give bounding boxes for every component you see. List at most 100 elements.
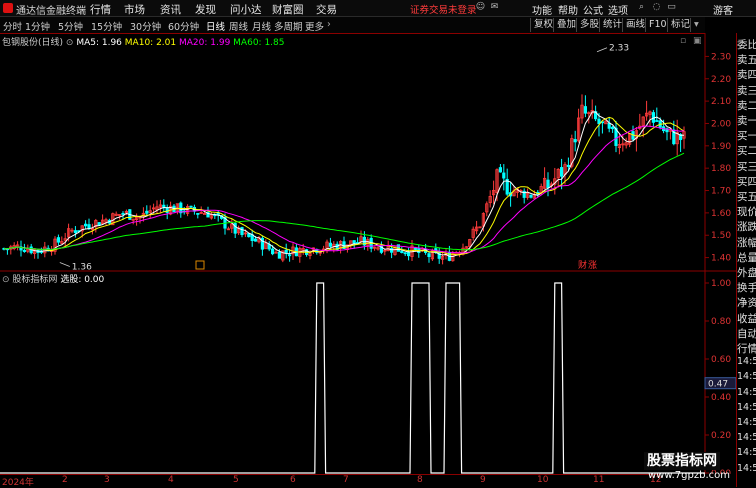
message-icon[interactable]: ✉: [489, 2, 500, 13]
period-more-chevron-icon[interactable]: ›: [327, 19, 331, 30]
quote-field-7: 买二: [737, 145, 756, 158]
candle-body: [403, 252, 407, 255]
menu-xuanxiang[interactable]: 选项: [608, 2, 628, 17]
candle-body: [97, 222, 101, 226]
candle-body: [240, 227, 244, 236]
candle-body: [400, 250, 404, 253]
date-label: 11: [593, 475, 605, 485]
period-1min[interactable]: 1分钟: [25, 19, 50, 33]
sub-settings-icon[interactable]: ⊙: [2, 275, 10, 285]
candle-body: [413, 247, 418, 250]
candle-body: [566, 164, 571, 167]
tool-biaoji[interactable]: 标记: [667, 18, 690, 32]
quote-field-21[interactable]: 14:5: [737, 356, 756, 367]
candle-body: [546, 179, 550, 189]
tool-diejia[interactable]: 叠加: [553, 18, 576, 32]
sub-indicator-line: ⊙ 股标指标网 选股: 0.00: [2, 272, 104, 285]
period-60min[interactable]: 60分钟: [168, 19, 199, 33]
quote-field-0: 委比: [737, 39, 756, 51]
candle-body: [284, 249, 288, 253]
menu-wenxiaoda[interactable]: 问小达: [230, 2, 262, 17]
period-30min[interactable]: 30分钟: [130, 19, 161, 33]
quote-field-25[interactable]: 14:5: [737, 417, 756, 428]
candle-body: [406, 252, 411, 257]
sub-tick-label: 1.00: [711, 279, 731, 289]
candle-body: [270, 248, 275, 255]
date-label: 7: [343, 475, 349, 485]
guest-label[interactable]: 游客: [713, 2, 733, 17]
watermark-title: 股票指标网: [644, 452, 720, 470]
ma5-line: [4, 111, 684, 258]
high-marker-line: [596, 47, 608, 53]
quote-field-11: 现价: [737, 206, 756, 219]
quote-field-20[interactable]: 行情: [737, 341, 756, 356]
signal-line: [0, 282, 705, 474]
price-tick-label: 1.60: [711, 209, 731, 219]
ma60-line: [4, 152, 685, 251]
tool-fuquan[interactable]: 复权: [530, 18, 553, 32]
candle-body: [607, 122, 611, 129]
period-multi[interactable]: 多周期: [274, 19, 303, 33]
kline-chart[interactable]: 2.30 2.20 2.10 2.00 1.90 1.80 1.70 1.60 1.50 1.40…: [0, 33, 736, 474]
menu-bangzhu[interactable]: 帮助: [558, 2, 578, 17]
user-icon[interactable]: ☺: [475, 2, 486, 13]
high-price-label: 2.33: [609, 44, 629, 54]
menu-gongneng[interactable]: 功能: [532, 2, 552, 17]
candle-body: [502, 172, 506, 179]
menu-gongshi[interactable]: 公式: [583, 2, 603, 17]
quote-field-1: 卖五: [737, 54, 756, 67]
menu-caifuquan[interactable]: 财富圈: [272, 2, 304, 17]
candle-body: [583, 106, 588, 114]
price-tick-label: 2.20: [711, 75, 731, 85]
quote-field-23[interactable]: 14:5: [737, 387, 756, 398]
candle-body: [145, 210, 149, 214]
tool-huaxian[interactable]: 画线: [622, 18, 645, 32]
quote-field-19[interactable]: 自动: [737, 326, 756, 341]
date-label: 3: [104, 475, 110, 485]
sub-tick-label: 0.20: [711, 431, 731, 441]
period-daily[interactable]: 日线: [206, 19, 225, 33]
menu-zixun[interactable]: 资讯: [160, 2, 181, 17]
candle-body: [56, 237, 61, 243]
quote-field-24[interactable]: 14:5: [737, 402, 756, 413]
quote-field-6: 买一: [737, 130, 756, 143]
quote-field-28[interactable]: 14:5: [737, 463, 756, 474]
candle-body: [84, 223, 88, 227]
date-axis: [0, 474, 660, 488]
low-marker-line: [59, 262, 70, 267]
chat-icon[interactable]: ◌: [651, 2, 662, 13]
sub-tick-label: 0.60: [711, 355, 731, 365]
quote-field-10: 买五: [737, 191, 756, 203]
candle-body: [560, 167, 564, 177]
quote-field-27[interactable]: 14:5: [737, 447, 756, 458]
app-logo-icon: [3, 3, 13, 13]
keyboard-icon[interactable]: ▭: [666, 2, 677, 13]
price-tick-label: 2.00: [711, 119, 731, 129]
login-notice[interactable]: 证券交易未登录: [410, 2, 477, 16]
tool-menu-icon[interactable]: ▾: [690, 18, 699, 32]
candle-body: [328, 242, 333, 247]
period-5min[interactable]: 5分钟: [58, 19, 83, 33]
menu-jiaoyi[interactable]: 交易: [316, 2, 337, 17]
period-15min[interactable]: 15分钟: [91, 19, 122, 33]
menu-faxian[interactable]: 发现: [195, 2, 216, 17]
period-fenshi[interactable]: 分时: [3, 19, 22, 33]
price-tick-label: 2.10: [711, 97, 731, 107]
candle-body: [196, 212, 200, 215]
event-tag-icon: [195, 260, 205, 270]
date-label: 4: [168, 475, 174, 485]
tag-zhang: 涨: [588, 260, 597, 271]
tool-tongji[interactable]: 统计: [599, 18, 622, 32]
menu-shichang[interactable]: 市场: [124, 2, 145, 17]
search-icon[interactable]: ⌕: [636, 2, 647, 13]
period-weekly[interactable]: 周线: [229, 19, 248, 33]
candle-body: [277, 251, 282, 259]
period-more[interactable]: 更多: [305, 19, 324, 33]
candle-body: [121, 213, 125, 215]
quote-field-26[interactable]: 14:5: [737, 432, 756, 443]
menu-hangqing[interactable]: 行情: [90, 2, 111, 17]
tool-f10[interactable]: F10: [645, 18, 667, 32]
period-monthly[interactable]: 月线: [252, 19, 271, 33]
quote-field-22[interactable]: 14:5: [737, 371, 756, 382]
tool-duogu[interactable]: 多股: [576, 18, 599, 32]
